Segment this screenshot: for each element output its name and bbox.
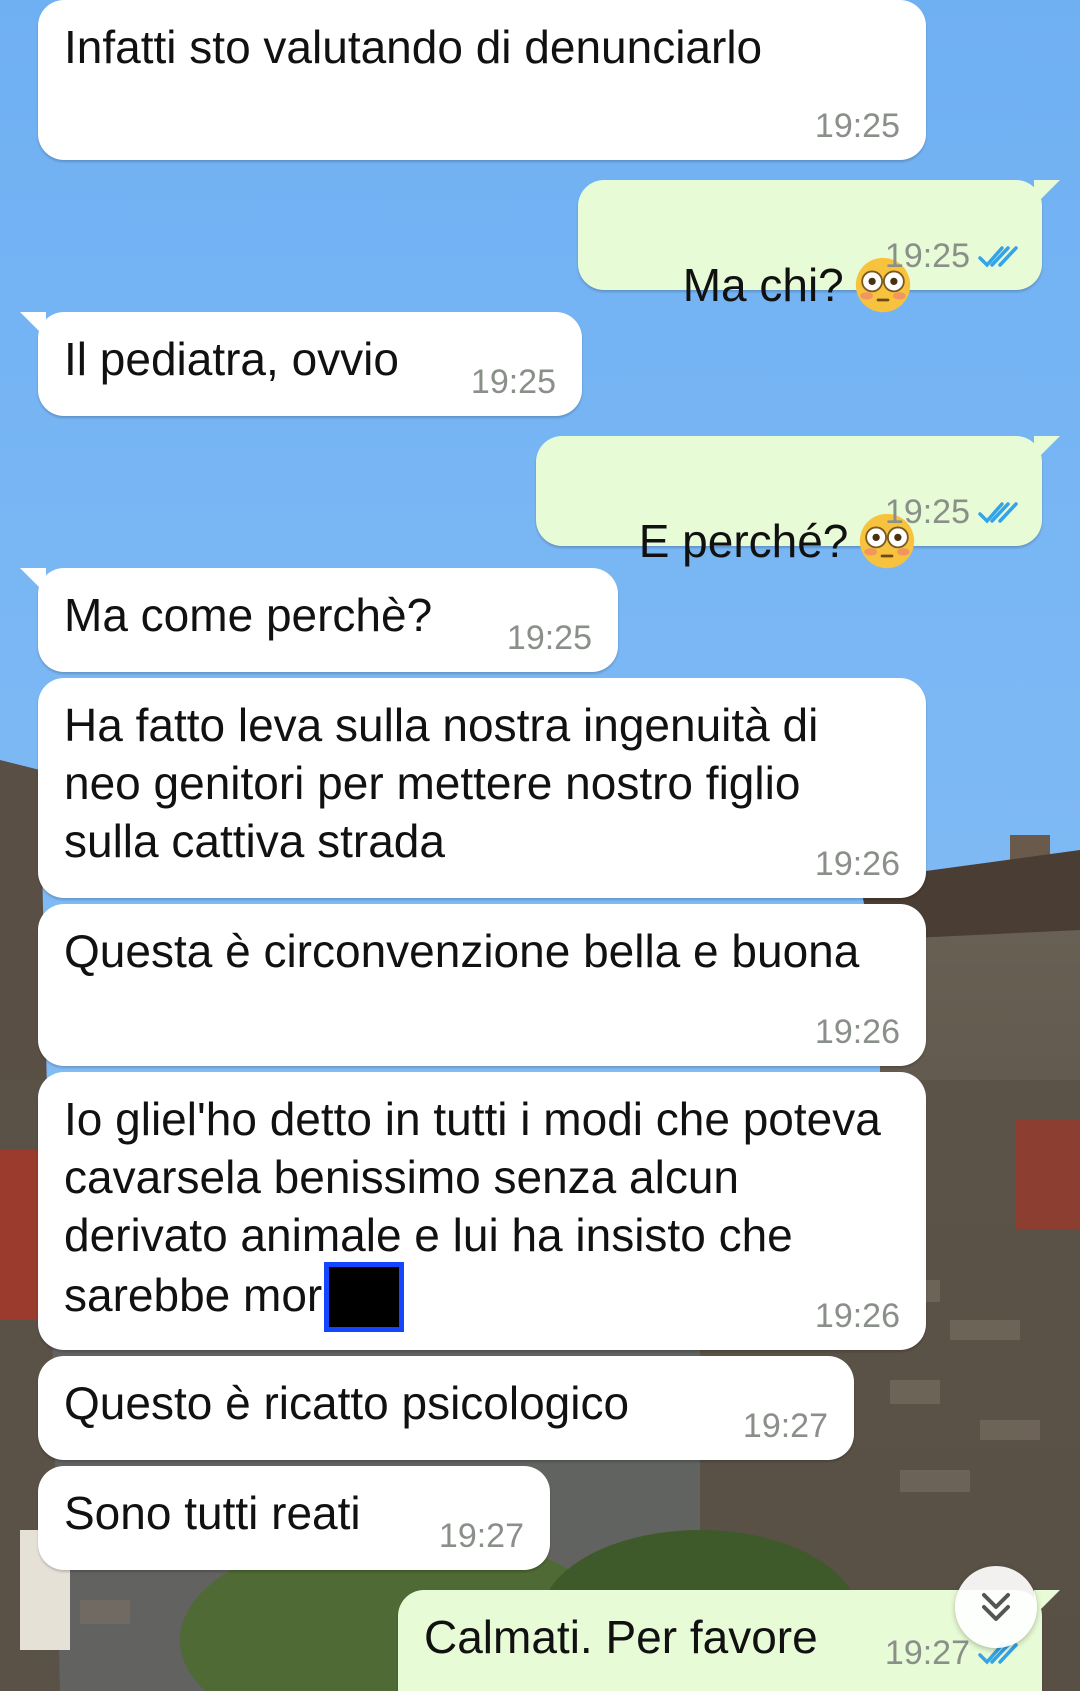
redaction-box [324,1262,405,1332]
message-time: 19:26 [814,1297,900,1335]
read-ticks-icon [978,245,1018,268]
bubble-tail [1034,436,1060,462]
message-time: 19:26 [814,845,900,883]
message-text: E perché? [638,515,849,567]
bubble-tail [1034,1590,1060,1616]
message-time: 19:27 [742,1407,828,1445]
message-time: 19:26 [814,1013,900,1051]
message-time: 19:25 [470,363,556,401]
message-text: Questa è circonvenzione bella e buona [64,925,860,977]
outgoing-message[interactable]: Ma chi? 19:25 [578,180,1060,313]
outgoing-message[interactable]: E perché? 19:25 [536,436,1060,569]
outgoing-message[interactable]: Calmati. Per favore 19:27 [398,1590,1060,1691]
message-list[interactable]: Infatti sto valutando di denunciarlo 19:… [0,0,1080,1691]
message-time: 19:25 [814,107,900,145]
message-time: 19:25 [884,493,970,531]
incoming-message[interactable]: Il pediatra, ovvio 19:25 [20,312,582,416]
incoming-message[interactable]: Ha fatto leva sulla nostra ingenuità di … [38,678,926,898]
message-text: Ha fatto leva sulla nostra ingenuità di … [64,699,832,867]
incoming-message[interactable]: Questa è circonvenzione bella e buona 19… [38,904,926,1066]
message-text: Ma chi? [682,259,844,311]
message-time: 19:27 [438,1517,524,1555]
incoming-message[interactable]: Questo è ricatto psicologico 19:27 [38,1356,854,1460]
message-text: Questo è ricatto psicologico [64,1377,630,1429]
message-time: 19:25 [884,237,970,275]
bubble-tail [20,312,46,338]
double-chevron-down-icon [982,1593,1010,1621]
message-time: 19:25 [506,619,592,657]
bubble-tail [20,568,46,594]
incoming-message[interactable]: Io gliel'ho detto in tutti i modi che po… [38,1072,926,1350]
incoming-message[interactable]: Infatti sto valutando di denunciarlo 19:… [38,0,926,160]
read-ticks-icon [978,501,1018,524]
scroll-to-bottom-button[interactable] [955,1566,1037,1648]
incoming-message[interactable]: Sono tutti reati 19:27 [38,1466,550,1570]
incoming-message[interactable]: Ma come perchè? 19:25 [20,568,618,672]
bubble-tail [1034,180,1060,206]
message-text: Io gliel'ho detto in tutti i modi che po… [64,1093,894,1322]
message-time: 19:27 [884,1634,970,1672]
message-text: Infatti sto valutando di denunciarlo [64,21,763,73]
